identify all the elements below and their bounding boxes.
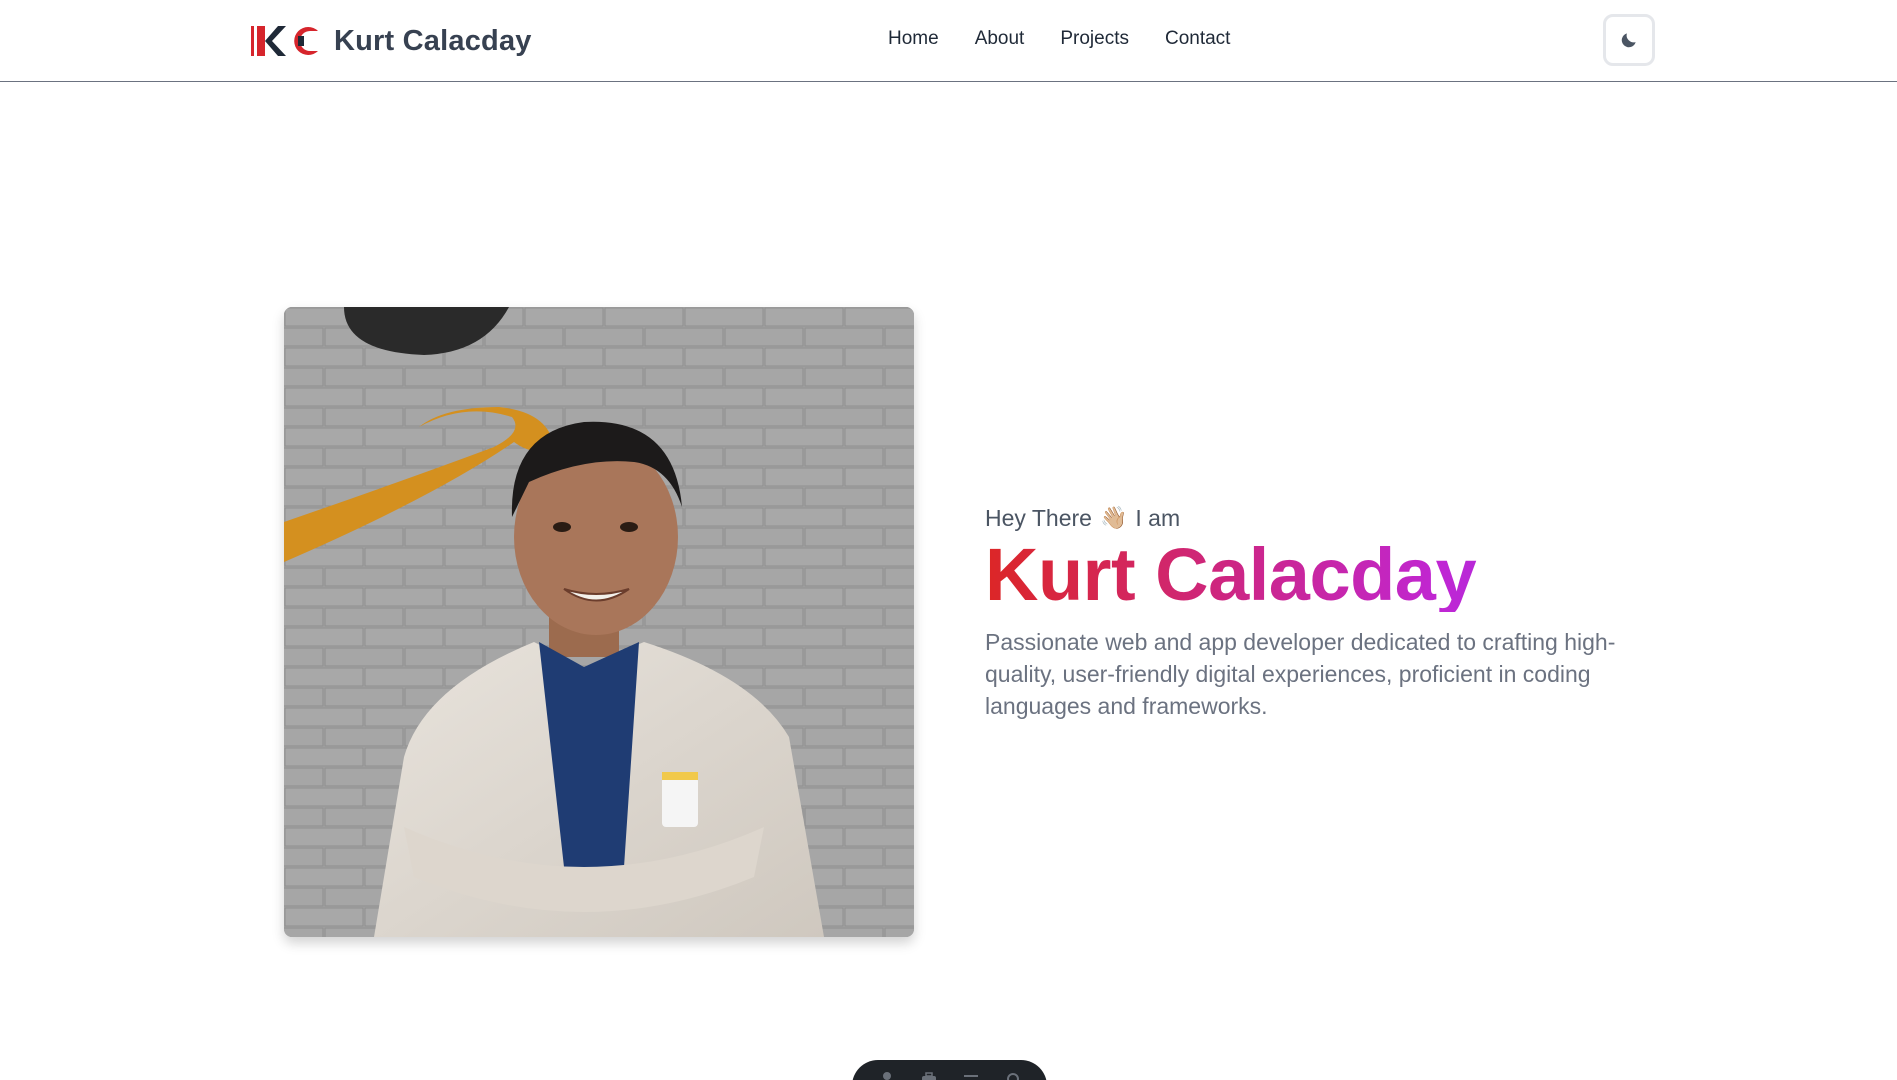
nav-contact-link[interactable]: Contact: [1165, 28, 1230, 50]
hero-name: Kurt Calacday: [985, 538, 1635, 612]
brand[interactable]: Kurt Calacday: [250, 22, 532, 60]
brand-name: Kurt Calacday: [334, 24, 532, 57]
main-nav: Home About Projects Contact: [888, 28, 1230, 50]
hero-intro: Hey There 👋🏼 I am Kurt Calacday Passiona…: [985, 500, 1635, 722]
profile-photo: [284, 307, 914, 937]
greeting-text: Hey There: [985, 504, 1092, 531]
gear-icon[interactable]: [1004, 1070, 1022, 1080]
moon-icon: [1621, 33, 1636, 48]
theme-toggle-button[interactable]: [1603, 14, 1655, 66]
greeting: Hey There 👋🏼 I am: [985, 500, 1635, 536]
waving-hand-icon: 👋🏼: [1099, 505, 1128, 530]
nav-projects-link[interactable]: Projects: [1060, 28, 1129, 50]
briefcase-icon[interactable]: [920, 1070, 938, 1080]
greeting-suffix: I am: [1135, 504, 1181, 531]
nav-about-link[interactable]: About: [975, 28, 1025, 50]
profile-photo-illustration: [284, 307, 914, 937]
user-icon[interactable]: [878, 1070, 896, 1080]
list-icon[interactable]: [962, 1070, 980, 1080]
nav-home-link[interactable]: Home: [888, 28, 939, 50]
kc-logo-icon: [251, 26, 318, 56]
hero-description: Passionate web and app developer dedicat…: [985, 629, 1616, 719]
navbar: Kurt Calacday Home About Projects Contac…: [0, 0, 1897, 82]
bottom-dock: [852, 1060, 1047, 1080]
